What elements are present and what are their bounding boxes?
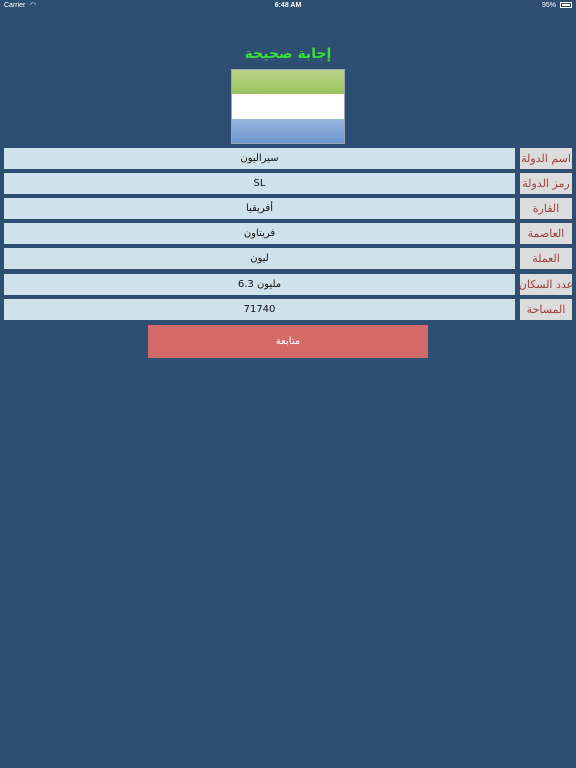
continent-value: أفريقيا xyxy=(4,198,515,219)
currency-label: العملة xyxy=(520,248,572,269)
battery-percentage: 95% xyxy=(541,2,556,9)
currency-value: ليون xyxy=(4,248,515,269)
status-time: 6:48 AM xyxy=(274,2,302,9)
population-value: 6.3 مليون xyxy=(4,274,515,295)
continent-row: أفريقيا القارة xyxy=(4,198,572,219)
area-row: 71740 المساحة xyxy=(4,299,572,320)
flag-stripe-green xyxy=(232,70,344,95)
country-code-label: رمز الدولة xyxy=(520,173,572,194)
status-bar: Carrier ◠ 6:48 AM 95% xyxy=(0,0,576,12)
area-value: 71740 xyxy=(4,299,515,320)
battery-icon xyxy=(560,2,572,8)
currency-row: ليون العملة xyxy=(4,248,572,269)
country-flag xyxy=(231,69,345,144)
result-message: إجابة صحيحة xyxy=(244,46,332,62)
capital-row: فريتاون العاصمة xyxy=(4,223,572,244)
population-label: عدد السكان xyxy=(520,274,572,295)
flag-stripe-white xyxy=(232,94,344,119)
area-label: المساحة xyxy=(520,299,572,320)
continent-label: القارة xyxy=(520,198,572,219)
country-code-value: SL xyxy=(4,173,515,194)
capital-label: العاصمة xyxy=(520,223,572,244)
flag-stripe-blue xyxy=(232,118,344,143)
capital-value: فريتاون xyxy=(4,223,515,244)
country-name-row: سيراليون اسم الدولة xyxy=(4,148,572,169)
population-row: 6.3 مليون عدد السكان xyxy=(4,274,572,295)
country-code-row: SL رمز الدولة xyxy=(4,173,572,194)
continue-button[interactable]: متابعة xyxy=(148,325,428,358)
country-name-label: اسم الدولة xyxy=(520,148,572,169)
country-name-value: سيراليون xyxy=(4,148,515,169)
